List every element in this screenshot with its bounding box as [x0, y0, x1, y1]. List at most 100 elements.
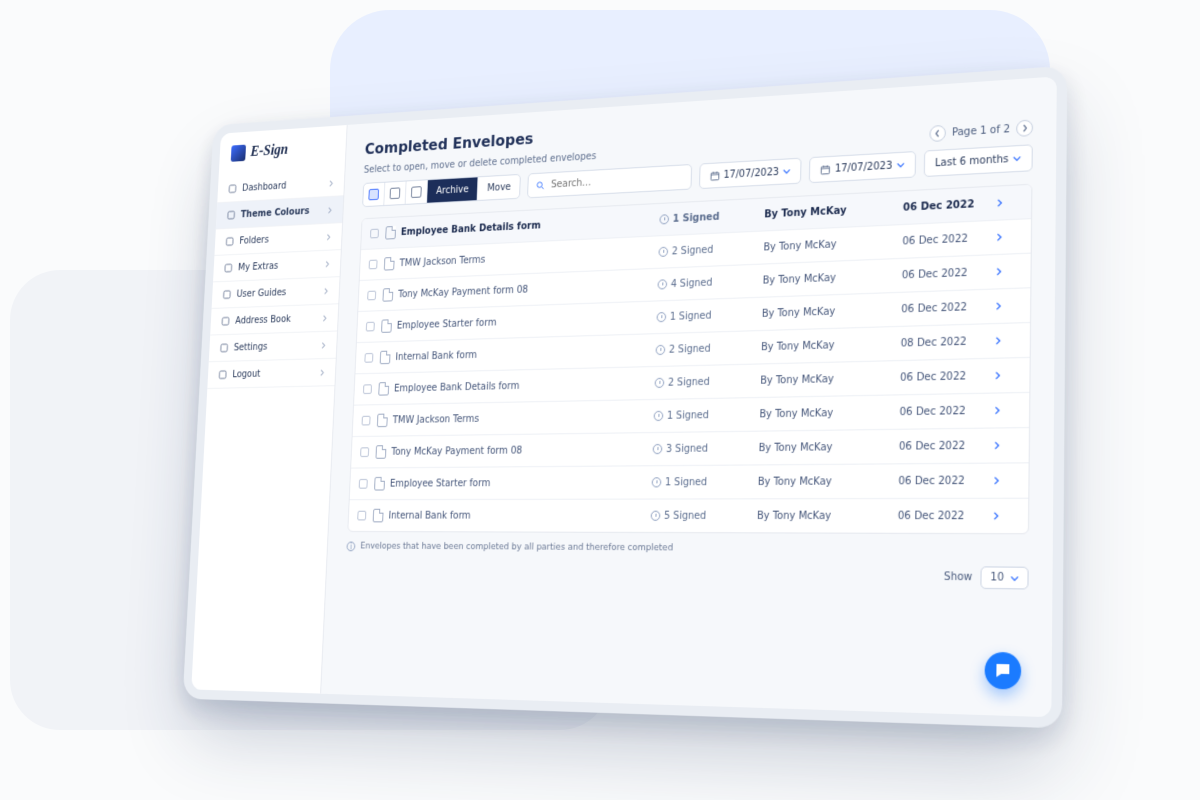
open-chevron-icon[interactable] [995, 232, 1020, 241]
chevron-right-icon [327, 206, 333, 213]
sidebar-item-label: Dashboard [242, 181, 287, 194]
gear-icon [219, 342, 229, 353]
search-icon [536, 180, 546, 191]
show-select[interactable]: 10 [981, 566, 1029, 589]
document-icon [382, 288, 393, 302]
envelope-date: 06 Dec 2022 [902, 266, 995, 281]
book-icon [222, 289, 232, 300]
pager-next-button[interactable] [1016, 119, 1033, 137]
envelope-date: 06 Dec 2022 [899, 440, 993, 453]
chevron-down-icon [896, 161, 904, 170]
contacts-icon [220, 316, 230, 327]
envelope-by: By Tony McKay [758, 475, 899, 487]
envelope-name: Internal Bank form [395, 350, 477, 363]
row-checkbox[interactable] [363, 384, 372, 394]
row-checkbox[interactable] [366, 322, 375, 332]
envelope-by: By Tony McKay [759, 441, 900, 454]
range-button[interactable]: Last 6 months [924, 144, 1033, 177]
signed-status: 5 Signed [651, 510, 758, 521]
sidebar-item-label: Theme Colours [241, 206, 310, 220]
select-icon [411, 186, 422, 198]
signed-status: 2 Signed [655, 375, 761, 388]
date-to-button[interactable]: 17/07/2023 [809, 151, 916, 183]
envelope-name: Employee Starter form [390, 478, 491, 489]
row-checkbox[interactable] [360, 447, 369, 457]
envelope-name: Employee Bank Details form [401, 220, 541, 237]
chevron-right-icon [323, 287, 329, 294]
logout-icon [218, 369, 228, 380]
chevron-right-icon [320, 342, 326, 349]
sidebar-item-label: Settings [234, 342, 268, 353]
nav: DashboardTheme ColoursFoldersMy ExtrasUs… [207, 169, 344, 389]
open-chevron-icon[interactable] [993, 441, 1019, 450]
envelope-by: By Tony McKay [757, 510, 898, 522]
sidebar-item-address-book[interactable]: Address Book [210, 304, 338, 335]
envelope-date: 06 Dec 2022 [902, 232, 995, 247]
envelope-name: Tony McKay Payment form 08 [391, 445, 522, 457]
date-from-button[interactable]: 17/07/2023 [698, 158, 801, 190]
row-checkbox[interactable] [357, 511, 366, 521]
sidebar-item-label: Address Book [235, 314, 291, 326]
table-row[interactable]: Internal Bank form 5 SignedBy Tony McKay0… [348, 498, 1028, 534]
envelope-name: TMW Jackson Terms [392, 413, 479, 425]
row-checkbox[interactable] [359, 479, 368, 489]
envelope-by: By Tony McKay [760, 372, 900, 386]
row-checkbox[interactable] [367, 291, 376, 301]
envelope-name: Internal Bank form [388, 510, 471, 521]
open-chevron-icon[interactable] [995, 267, 1020, 276]
envelope-name: TMW Jackson Terms [399, 254, 485, 268]
tablet-frame: E-Sign DashboardTheme ColoursFoldersMy E… [183, 66, 1068, 729]
grid-icon [368, 189, 379, 201]
chevron-right-icon [319, 369, 325, 376]
open-chevron-icon[interactable] [992, 512, 1018, 521]
open-chevron-icon[interactable] [993, 406, 1019, 415]
row-checkbox[interactable] [362, 416, 371, 426]
view-list-button[interactable] [383, 181, 405, 205]
view-toggle: Archive Move [362, 174, 521, 207]
row-checkbox[interactable] [370, 229, 379, 239]
signed-status: 2 Signed [656, 342, 762, 356]
envelope-date: 06 Dec 2022 [898, 475, 992, 487]
pager-prev-button[interactable] [929, 125, 946, 142]
row-checkbox[interactable] [364, 353, 373, 363]
chevron-right-icon [328, 180, 334, 187]
signed-status: 2 Signed [658, 242, 763, 257]
document-icon [373, 509, 384, 523]
signed-status: 1 Signed [652, 476, 758, 488]
sidebar-item-label: My Extras [238, 261, 279, 273]
chevron-down-icon [1010, 574, 1019, 583]
envelope-date: 06 Dec 2022 [903, 197, 996, 213]
pager: Page 1 of 2 [929, 119, 1033, 142]
signed-status: 1 Signed [657, 308, 763, 322]
document-icon [381, 319, 392, 333]
envelope-date: 06 Dec 2022 [900, 370, 994, 384]
row-checkbox[interactable] [369, 260, 378, 270]
clock-icon [657, 279, 667, 289]
sidebar-item-settings[interactable]: Settings [209, 331, 337, 362]
search-field[interactable] [551, 172, 683, 190]
sidebar-item-logout[interactable]: Logout [207, 359, 335, 389]
plus-icon [223, 262, 233, 273]
signed-status: 4 Signed [657, 275, 762, 290]
chevron-right-icon [322, 314, 328, 321]
move-button[interactable]: Move [477, 175, 520, 200]
open-chevron-icon[interactable] [995, 198, 1020, 208]
open-chevron-icon[interactable] [994, 336, 1019, 345]
clock-icon [652, 477, 662, 487]
select-all-button[interactable] [405, 180, 427, 204]
open-chevron-icon[interactable] [994, 301, 1019, 310]
view-grid-button[interactable] [363, 183, 384, 206]
clock-icon [653, 444, 663, 454]
signed-status: 1 Signed [659, 209, 764, 225]
logo-mark-icon [231, 145, 246, 162]
archive-button[interactable]: Archive [426, 177, 478, 202]
search-input[interactable] [527, 164, 691, 198]
chevron-right-icon [1020, 124, 1028, 133]
table-row[interactable]: Employee Starter form 1 SignedBy Tony McK… [350, 462, 1029, 499]
envelope-name: Employee Bank Details form [394, 381, 520, 394]
open-chevron-icon[interactable] [993, 371, 1018, 380]
envelope-date: 06 Dec 2022 [898, 510, 992, 522]
clock-icon [654, 411, 664, 421]
open-chevron-icon[interactable] [992, 476, 1018, 485]
envelope-list: Employee Bank Details form1 SignedBy Ton… [347, 184, 1032, 535]
